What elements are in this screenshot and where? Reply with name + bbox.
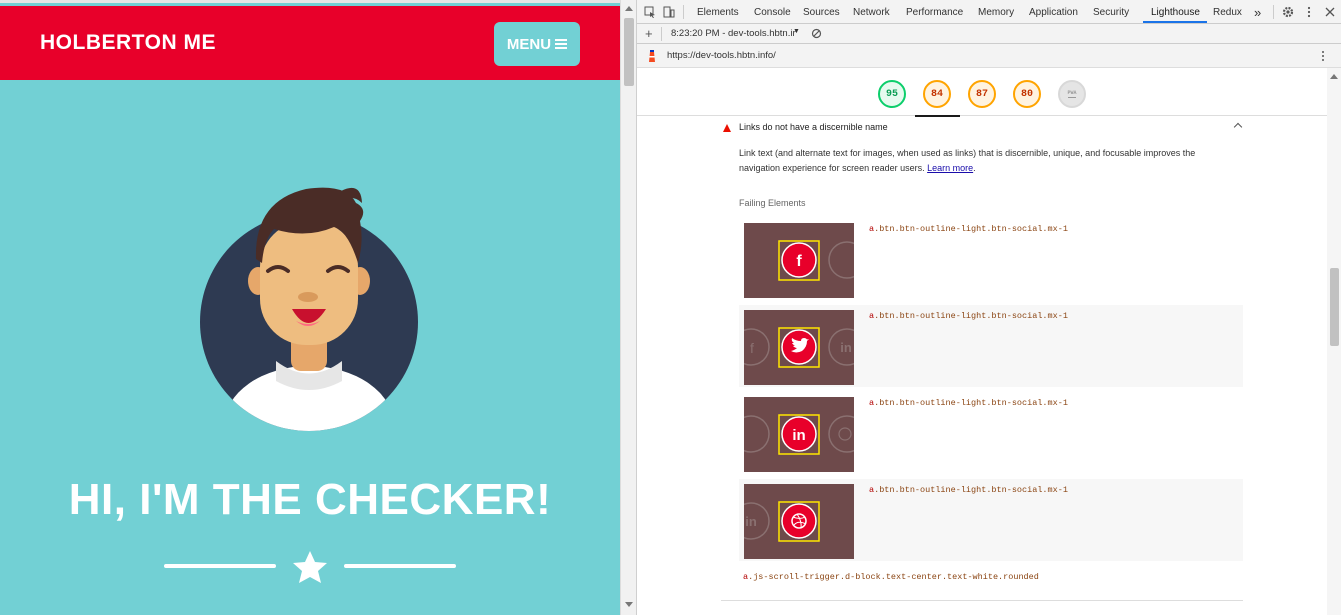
pwa-dash: [1068, 97, 1076, 98]
tab-redux[interactable]: Redux: [1213, 7, 1242, 18]
element-selector[interactable]: a.btn.btn-outline-light.btn-social.mx-1: [869, 224, 1068, 234]
score-performance[interactable]: 95: [878, 80, 906, 108]
element-screenshot: in: [744, 397, 854, 472]
element-selector[interactable]: a.js-scroll-trigger.d-block.text-center.…: [743, 572, 1039, 582]
report-scrollbar[interactable]: [1327, 68, 1341, 615]
fail-triangle-icon: [723, 124, 731, 132]
report-selector[interactable]: 8:23:20 PM - dev-tools.hbtn.ir: [671, 28, 796, 39]
menu-label: MENU: [506, 35, 552, 53]
failing-element-row: f a.btn.btn-outline-light.btn-social.mx-…: [739, 218, 1243, 300]
menu-button[interactable]: MENU: [494, 22, 580, 66]
hamburger-icon: [555, 39, 568, 49]
pwa-label: PWA: [1067, 90, 1077, 96]
element-screenshot: f: [744, 223, 854, 298]
tab-lighthouse[interactable]: Lighthouse: [1151, 7, 1200, 18]
svg-text:f: f: [796, 253, 802, 270]
element-selector[interactable]: a.btn.btn-outline-light.btn-social.mx-1: [869, 485, 1068, 495]
scroll-thumb[interactable]: [1330, 268, 1339, 346]
active-gauge-indicator: [915, 115, 960, 117]
audit-description: Link text (and alternate text for images…: [739, 148, 1196, 173]
svg-text:in: in: [792, 427, 805, 444]
tab-console[interactable]: Console: [754, 7, 791, 18]
element-selector[interactable]: a.btn.btn-outline-light.btn-social.mx-1: [869, 311, 1068, 321]
tab-network[interactable]: Network: [853, 7, 890, 18]
kebab-menu-icon[interactable]: [1303, 6, 1315, 18]
scroll-down-icon[interactable]: [625, 602, 633, 607]
score-seo[interactable]: 80: [1013, 80, 1041, 108]
site-scrollbar[interactable]: [620, 0, 636, 615]
inspect-icon[interactable]: [644, 6, 656, 18]
star-icon: [293, 551, 327, 583]
learn-more-link[interactable]: Learn more: [927, 163, 973, 173]
devtools-tabbar: Elements Console Sources Network Perform…: [637, 0, 1341, 24]
tab-sources[interactable]: Sources: [803, 7, 840, 18]
section-divider: [721, 600, 1243, 601]
url-menu-icon[interactable]: [1321, 50, 1325, 62]
tab-performance[interactable]: Performance: [906, 7, 963, 18]
more-tabs-icon[interactable]: »: [1254, 5, 1261, 20]
audit-title[interactable]: Links do not have a discernible name: [739, 122, 888, 132]
tab-memory[interactable]: Memory: [978, 7, 1014, 18]
close-icon[interactable]: [1324, 6, 1336, 18]
url-bar: https://dev-tools.hbtn.info/: [637, 44, 1341, 68]
tab-application[interactable]: Application: [1029, 7, 1078, 18]
element-selector[interactable]: a.btn.btn-outline-light.btn-social.mx-1: [869, 398, 1068, 408]
failing-element-row: in a.btn.btn-outline-light.btn-social.mx…: [739, 479, 1243, 561]
chevron-down-icon[interactable]: ▼: [793, 28, 800, 35]
score-best-practices[interactable]: 87: [968, 80, 996, 108]
avatar-illustration: [200, 187, 418, 431]
tab-elements[interactable]: Elements: [697, 7, 739, 18]
add-report-icon[interactable]: +: [645, 26, 653, 41]
site-viewport: HOLBERTON ME MENU HI, I'M THE CHECKER!: [0, 0, 620, 615]
chevron-up-icon[interactable]: [1233, 122, 1243, 132]
failing-element-row: in a.btn.btn-outline-light.btn-social.mx…: [739, 392, 1243, 474]
svg-text:f: f: [750, 340, 754, 356]
site-brand[interactable]: HOLBERTON ME: [40, 31, 216, 55]
hero-title: HI, I'M THE CHECKER!: [68, 475, 552, 524]
failing-element-row: f in a.btn.btn-outline-light.btn-social.…: [739, 305, 1243, 387]
star-divider: [164, 551, 456, 583]
lighthouse-toolbar: + 8:23:20 PM - dev-tools.hbtn.ir ▼: [637, 24, 1341, 44]
element-screenshot: in: [744, 484, 854, 559]
scroll-up-icon[interactable]: [625, 6, 633, 11]
lighthouse-report: 95 84 87 80 PWA Links do not have a disc…: [637, 68, 1327, 615]
tab-security[interactable]: Security: [1093, 7, 1129, 18]
failing-elements-label: Failing Elements: [739, 198, 806, 208]
settings-gear-icon[interactable]: [1282, 6, 1294, 18]
element-screenshot: f in: [744, 310, 854, 385]
score-pwa[interactable]: PWA: [1058, 80, 1086, 108]
svg-text:in: in: [745, 514, 757, 529]
active-tab-indicator: [1143, 21, 1207, 23]
lighthouse-logo-icon: [649, 50, 655, 62]
device-toggle-icon[interactable]: [663, 6, 675, 18]
devtools-panel: Elements Console Sources Network Perform…: [636, 0, 1341, 615]
score-gauges: 95 84 87 80 PWA: [637, 68, 1327, 117]
clear-icon[interactable]: [811, 28, 822, 39]
score-accessibility[interactable]: 84: [923, 80, 951, 108]
audited-url: https://dev-tools.hbtn.info/: [667, 50, 776, 61]
scroll-thumb[interactable]: [624, 18, 634, 86]
scroll-up-icon[interactable]: [1330, 74, 1338, 79]
site-navbar: HOLBERTON ME MENU: [0, 6, 620, 80]
svg-text:in: in: [840, 340, 852, 355]
